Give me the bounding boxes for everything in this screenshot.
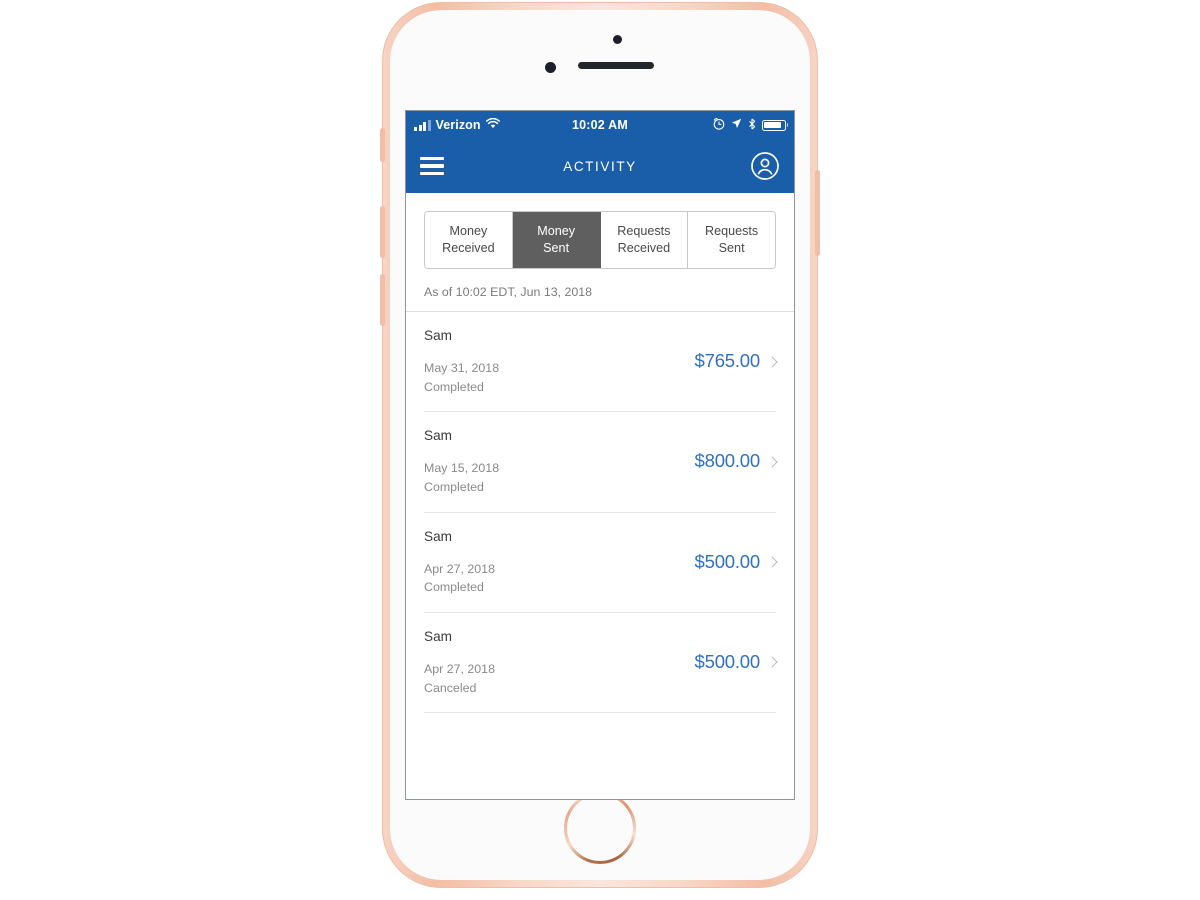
cellular-signal-icon [414,119,431,131]
screenshot-canvas: Verizon 10:02 AM ACTIVITY Money Received… [0,0,1200,900]
alarm-clock-icon [713,117,725,133]
status-bar: Verizon 10:02 AM [406,111,794,139]
transaction-name: Sam [424,328,452,344]
wifi-icon [485,117,500,132]
transaction-details: Sam Apr 27, 2018 Canceled [424,629,695,697]
chevron-right-icon[interactable] [766,556,778,568]
table-row[interactable]: Sam Apr 27, 2018 Completed $500.00 [424,513,778,613]
tab-label-line1: Money [449,224,488,238]
tab-label-line1: Requests [705,224,759,238]
transaction-details: Sam May 15, 2018 Completed [424,428,695,496]
home-button[interactable] [564,792,636,864]
chevron-right-icon[interactable] [766,456,778,468]
power-button[interactable] [815,170,820,256]
transaction-status: Completed [424,480,484,495]
transaction-status: Completed [424,580,484,595]
transaction-amount-group: $800.00 [694,428,778,472]
table-row[interactable]: Sam May 31, 2018 Completed $765.00 [424,312,778,413]
tab-label-line1: Money [537,224,576,238]
transaction-date: Apr 27, 2018 [424,661,495,676]
volume-up-button[interactable] [380,206,385,258]
transaction-amount: $765.00 [694,350,761,372]
chevron-right-icon[interactable] [766,356,778,368]
tab-money-sent[interactable]: Money Sent [512,212,601,269]
transaction-details: Sam May 31, 2018 Completed [424,328,695,396]
transaction-details: Sam Apr 27, 2018 Completed [424,529,695,597]
tab-label-line2: Received [442,241,495,256]
front-camera-icon [545,62,556,73]
tab-requests-sent[interactable]: Requests Sent [688,212,775,269]
table-row[interactable]: Sam Apr 27, 2018 Canceled $500.00 [424,613,778,714]
tab-label-line2: Sent [718,241,745,256]
phone-screen: Verizon 10:02 AM ACTIVITY Money Received… [405,110,795,800]
table-row[interactable]: Sam May 15, 2018 Completed $800.00 [424,412,778,513]
transaction-amount: $800.00 [694,450,761,472]
tab-label-line1: Requests [617,224,671,238]
status-bar-clock: 10:02 AM [571,118,629,132]
earpiece-speaker [578,62,654,69]
battery-icon [762,119,786,131]
transaction-date: May 15, 2018 [424,461,500,476]
transaction-amount-group: $500.00 [694,529,778,573]
hamburger-menu-icon[interactable] [420,157,444,175]
volume-down-button[interactable] [380,274,385,326]
tab-label-line2: Received [617,241,671,256]
profile-avatar-icon[interactable] [750,151,780,181]
transaction-name: Sam [424,628,452,644]
transaction-date: Apr 27, 2018 [424,561,495,576]
tab-money-received[interactable]: Money Received [425,212,513,269]
transaction-status: Completed [424,379,484,394]
tab-label-line2: Sent [543,241,570,256]
transaction-status: Canceled [424,680,477,695]
carrier-label: Verizon [435,118,481,132]
transaction-name: Sam [424,528,452,544]
activity-tab-bar: Money Received Money Sent Requests Recei… [424,211,776,270]
page-title: ACTIVITY [563,158,637,174]
transaction-amount: $500.00 [694,550,761,572]
proximity-sensor-icon [613,35,622,44]
chevron-right-icon[interactable] [766,656,778,669]
transaction-name: Sam [424,428,452,444]
transaction-list: Sam May 31, 2018 Completed $765.00 Sam M… [406,312,794,799]
location-arrow-icon [731,118,742,132]
navigation-bar: ACTIVITY [406,139,794,193]
tab-requests-received[interactable]: Requests Received [600,212,689,269]
transaction-amount-group: $500.00 [694,629,778,673]
silent-switch[interactable] [380,128,385,162]
tab-bar-container: Money Received Money Sent Requests Recei… [406,193,794,270]
transaction-amount-group: $765.00 [694,328,778,372]
as-of-timestamp: As of 10:02 EDT, Jun 13, 2018 [406,269,794,313]
bluetooth-icon [748,117,756,133]
transaction-amount: $500.00 [694,650,761,672]
transaction-date: May 31, 2018 [424,361,500,376]
iphone-device-frame: Verizon 10:02 AM ACTIVITY Money Received… [380,3,820,887]
